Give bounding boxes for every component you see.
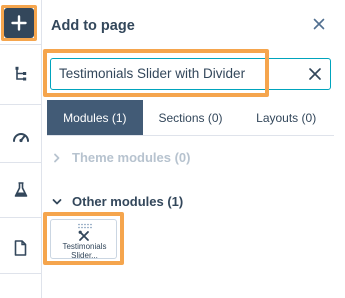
tab-layouts[interactable]: Layouts (0) <box>238 100 334 135</box>
theme-modules-toggle[interactable]: Theme modules (0) <box>51 150 190 165</box>
chevron-right-icon <box>51 152 63 164</box>
tab-sections[interactable]: Sections (0) <box>143 100 239 135</box>
page-settings-button[interactable] <box>0 236 41 260</box>
optimize-button[interactable] <box>0 124 41 148</box>
tree-structure-icon <box>15 66 26 81</box>
close-icon <box>309 68 321 80</box>
rail-divider <box>0 44 41 45</box>
left-sidebar <box>0 0 42 298</box>
tab-modules[interactable]: Modules (1) <box>47 100 143 135</box>
speedometer-icon <box>12 133 29 143</box>
add-to-page-panel: Add to page Modules (1) Sections (0) Lay… <box>42 0 345 298</box>
rail-divider <box>0 273 41 274</box>
rail-divider <box>0 104 41 105</box>
panel-title: Add to page <box>51 18 135 34</box>
close-panel-button[interactable] <box>311 16 327 32</box>
add-to-page-button[interactable] <box>4 8 34 38</box>
page-structure-button[interactable] <box>0 62 41 86</box>
other-modules-label: Other modules (1) <box>72 194 184 209</box>
chevron-down-icon <box>51 196 63 208</box>
page-icon <box>14 240 27 256</box>
other-modules-toggle[interactable]: Other modules (1) <box>51 194 183 209</box>
test-button[interactable] <box>0 178 41 202</box>
plus-icon <box>11 15 27 31</box>
search-highlight <box>43 49 269 97</box>
content-tabs: Modules (1) Sections (0) Layouts (0) <box>47 100 334 136</box>
close-icon <box>313 18 325 30</box>
rail-divider <box>0 162 41 163</box>
rail-divider <box>0 217 41 218</box>
module-card-highlight <box>43 212 124 265</box>
theme-modules-label: Theme modules (0) <box>72 150 191 165</box>
flask-icon <box>14 182 27 197</box>
clear-search-button[interactable] <box>307 66 323 82</box>
